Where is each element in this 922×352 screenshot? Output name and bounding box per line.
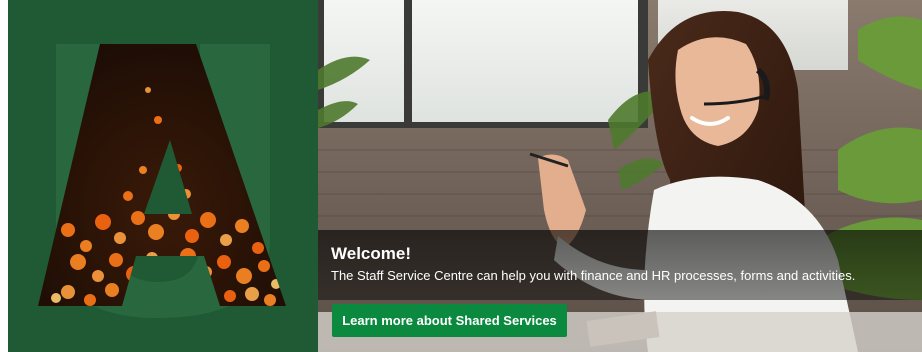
university-logo-icon: [8, 0, 318, 352]
welcome-overlay: [318, 230, 922, 300]
learn-more-shared-services-button[interactable]: Learn more about Shared Services: [332, 304, 567, 337]
hero-banner: Welcome! The Staff Service Centre can he…: [0, 0, 922, 352]
welcome-heading: Welcome!: [331, 244, 411, 263]
welcome-description: The Staff Service Centre can help you wi…: [331, 268, 856, 283]
